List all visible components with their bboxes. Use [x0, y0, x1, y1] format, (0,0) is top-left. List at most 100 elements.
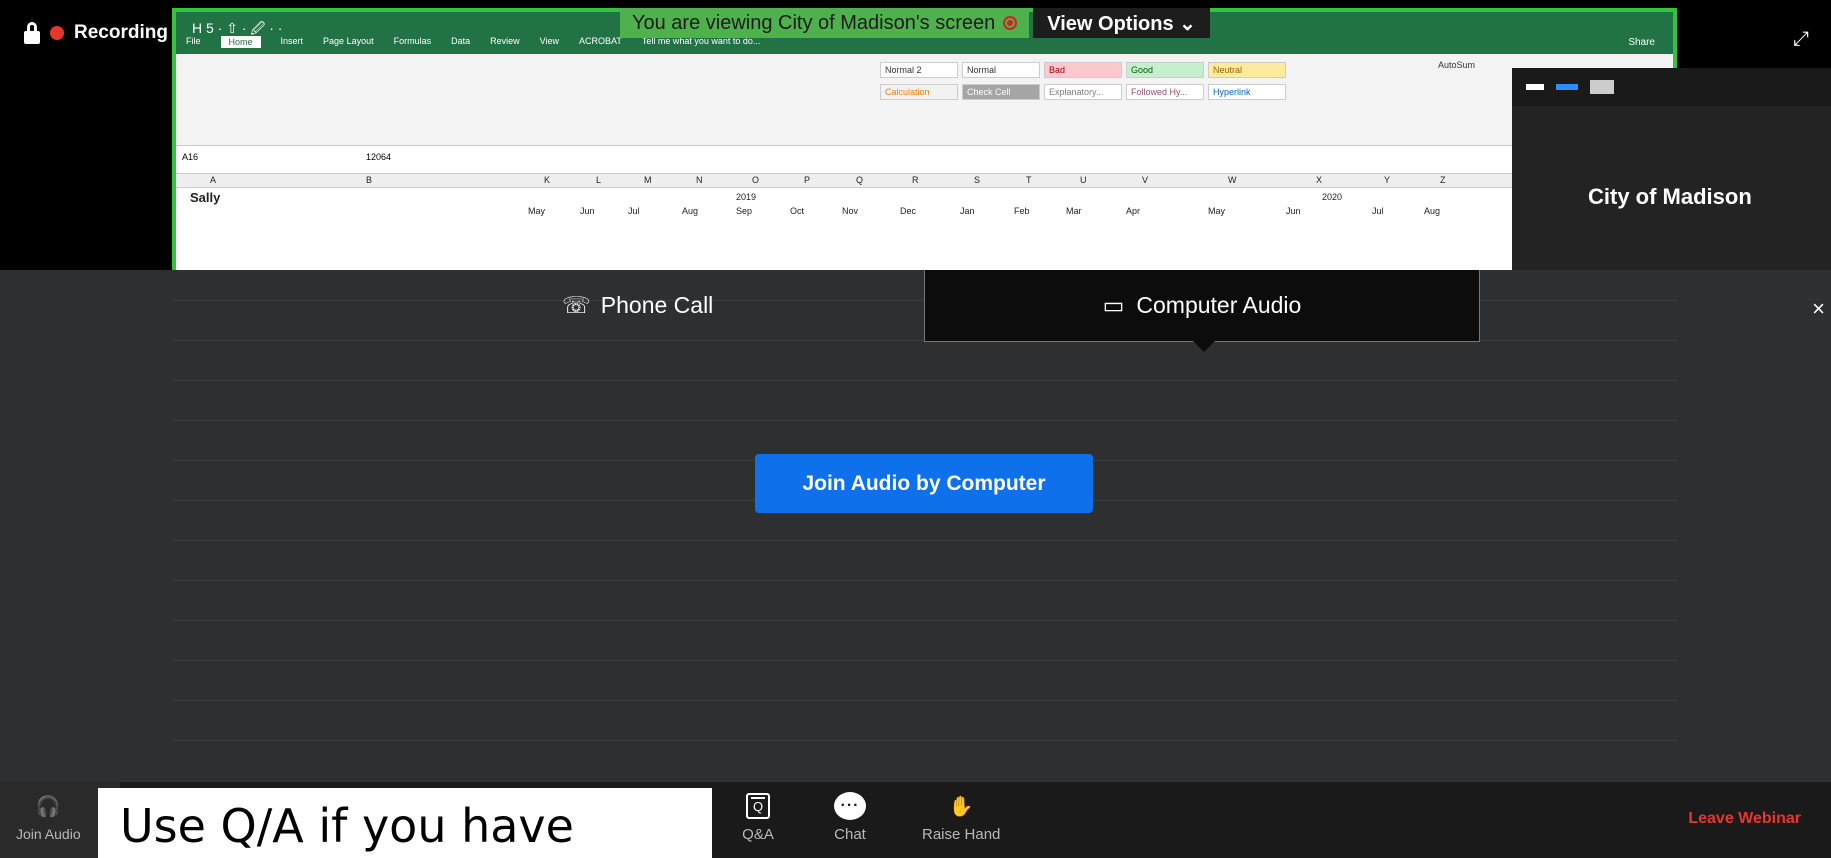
column-header-row: A B K L M N O P Q R S T U V W X Y Z [176, 174, 1673, 188]
spreadsheet-grid: A B K L M N O P Q R S T U V W X Y Z Sall… [176, 174, 1673, 270]
formula-value: 12064 [366, 152, 392, 162]
tab-caret [1193, 341, 1215, 352]
participant-name: City of Madison [1588, 184, 1752, 209]
view-options-button[interactable]: View Options ⌄ [1033, 8, 1210, 38]
menu-view: View [539, 36, 559, 46]
col-y: Y [1384, 175, 1391, 185]
col-o: O [752, 175, 760, 185]
menu-home: Home [220, 36, 261, 48]
dimmed-spreadsheet [172, 270, 1677, 782]
viewing-screen-label: You are viewing City of Madison's screen [620, 8, 1030, 38]
gallery-view-icon[interactable] [1590, 80, 1614, 94]
view-options-label: View Options [1047, 13, 1174, 35]
col-l: L [596, 175, 602, 185]
year-2020: 2020 [1322, 192, 1343, 202]
month-cell: May [1208, 206, 1226, 216]
join-audio-by-computer-button[interactable]: Join Audio by Computer [755, 454, 1093, 513]
qa-icon-wrap: Q [742, 792, 774, 820]
recording-label: Recording [74, 22, 168, 43]
raise-hand-label: Raise Hand [922, 826, 1001, 843]
col-q: Q [856, 175, 864, 185]
qa-icon: Q [746, 793, 770, 819]
year-2019: 2019 [736, 192, 757, 202]
col-n: N [696, 175, 703, 185]
minimize-icon[interactable] [1526, 84, 1544, 90]
tab-computer-label: Computer Audio [1136, 292, 1302, 318]
col-u: U [1080, 175, 1087, 185]
menu-acrobat: ACROBAT [579, 36, 622, 46]
menu-file: File [186, 36, 201, 46]
phone-icon: ☏ [562, 292, 591, 318]
col-w: W [1228, 175, 1237, 185]
laptop-icon: ▭ [1102, 292, 1125, 318]
month-cell: Nov [842, 206, 859, 216]
zoom-webinar-window: Recording ⤢ H 5 · ⇧ · 🖉 · · File Home In… [0, 0, 1831, 858]
style-explanatory: Explanatory... [1044, 84, 1122, 100]
video-panel: City of Madison [1512, 68, 1831, 270]
col-p: P [804, 175, 811, 185]
month-cell: Dec [900, 206, 917, 216]
month-cell: Jan [960, 206, 975, 216]
qa-button[interactable]: Q Q&A [742, 792, 774, 843]
hand-icon: ✋ [948, 795, 974, 818]
close-icon[interactable]: × [1812, 296, 1825, 322]
tab-computer-audio[interactable]: ▭ Computer Audio [924, 270, 1480, 352]
caption-overlay: Use Q/A if you have [98, 788, 712, 858]
month-cell: Oct [790, 206, 805, 216]
menu-page-layout: Page Layout [323, 36, 374, 46]
tab-phone-label: Phone Call [600, 292, 714, 318]
menu-formulas: Formulas [393, 36, 432, 46]
style-hyperlink: Hyperlink [1208, 84, 1286, 100]
month-cell: Feb [1014, 206, 1030, 216]
chat-label: Chat [834, 826, 866, 843]
fullscreen-icon[interactable]: ⤢ [1793, 28, 1809, 51]
col-k: K [544, 175, 551, 185]
style-neutral: Neutral [1208, 62, 1286, 78]
month-cell: May [528, 206, 546, 216]
style-normal: Normal [962, 62, 1040, 78]
video-panel-controls [1512, 68, 1831, 106]
qa-label: Q&A [742, 826, 774, 843]
month-cell: Jun [1286, 206, 1301, 216]
headphones-icon: 🎧 [35, 795, 61, 818]
col-x: X [1316, 175, 1323, 185]
record-dot-icon [1003, 16, 1018, 30]
formula-bar: A16 12064 [176, 146, 1673, 174]
menu-insert: Insert [280, 36, 304, 46]
join-audio-label: Join Audio [16, 826, 81, 842]
col-r: R [912, 175, 919, 185]
month-cell: Jul [628, 206, 640, 216]
cell-a1: Sally [190, 190, 221, 205]
shared-screen: H 5 · ⇧ · 🖉 · · File Home Insert Page La… [172, 8, 1677, 270]
chat-button[interactable]: ··· Chat [834, 792, 866, 843]
style-bad: Bad [1044, 62, 1122, 78]
top-bar: Recording ⤢ H 5 · ⇧ · 🖉 · · File Home In… [0, 0, 1831, 270]
viewing-text: You are viewing City of Madison's screen [632, 11, 996, 34]
join-audio-dialog: ☏ Phone Call ▭ Computer Audio × Join Aud… [0, 270, 1831, 782]
excel-share: Share [1628, 37, 1655, 48]
style-normal2: Normal 2 [880, 62, 958, 78]
col-a: A [210, 175, 217, 185]
style-check-cell: Check Cell [962, 84, 1040, 100]
raise-hand-button[interactable]: ✋ Raise Hand [922, 792, 1001, 844]
leave-webinar-button[interactable]: Leave Webinar [1688, 810, 1801, 828]
recording-indicator: Recording [24, 22, 168, 44]
month-cell: Apr [1126, 206, 1141, 216]
col-b: B [366, 175, 373, 185]
menu-data: Data [451, 36, 471, 46]
viewing-banner: You are viewing City of Madison's screen… [620, 8, 1210, 38]
join-audio-group: 🎧 Join Audio [16, 792, 81, 843]
col-t: T [1026, 175, 1032, 185]
autosum-label: AutoSum [1438, 60, 1476, 70]
active-speaker-icon[interactable] [1556, 84, 1578, 90]
col-s: S [974, 175, 981, 185]
month-cell: Aug [1424, 206, 1441, 216]
col-m: M [644, 175, 652, 185]
month-cell: Mar [1066, 206, 1082, 216]
style-calculation: Calculation [880, 84, 958, 100]
menu-review: Review [490, 36, 520, 46]
month-cell: Aug [682, 206, 699, 216]
excel-ribbon: Normal 2 Normal Bad Good Neutral Calcula… [176, 54, 1673, 146]
col-z: Z [1440, 175, 1446, 185]
tab-phone-call[interactable]: ☏ Phone Call [562, 292, 713, 319]
